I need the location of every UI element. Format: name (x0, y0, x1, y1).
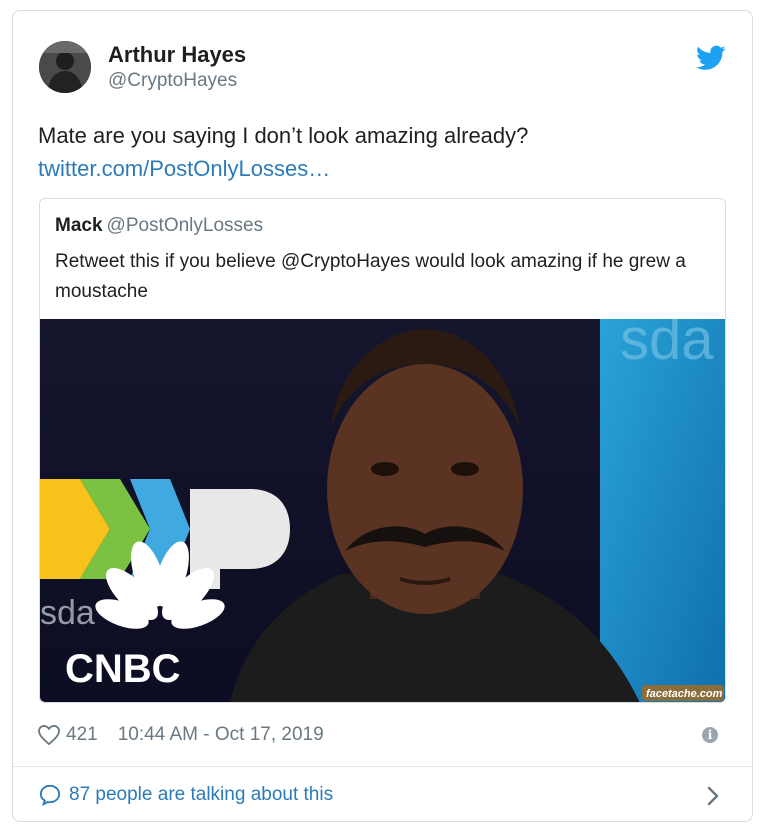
author-name[interactable]: Arthur Hayes (108, 42, 246, 68)
quoted-image[interactable]: sda sda CNBC facetache.com (40, 319, 725, 702)
timestamp[interactable]: 10:44 AM - Oct 17, 2019 (118, 724, 324, 746)
info-icon[interactable]: i (702, 727, 718, 743)
talking-text[interactable]: 87 people are talking about this (69, 784, 333, 806)
speech-bubble-icon (39, 784, 61, 806)
quoted-tweet[interactable]: Mack @PostOnlyLosses Retweet this if you … (39, 198, 726, 703)
tweet-link[interactable]: twitter.com/PostOnlyLosses… (38, 152, 718, 185)
cnbc-logo: CNBC (65, 647, 181, 691)
bg-letters-right: sda (620, 319, 714, 372)
tweet-card: Arthur Hayes @CryptoHayes Mate are you s… (12, 10, 753, 822)
twitter-bird-icon[interactable] (696, 45, 726, 71)
author-handle[interactable]: @CryptoHayes (108, 70, 237, 92)
tweet-meta: 421 10:44 AM - Oct 17, 2019 (38, 724, 324, 746)
like-count[interactable]: 421 (66, 724, 98, 746)
heart-icon[interactable] (38, 725, 60, 745)
quoted-text: Retweet this if you believe @CryptoHayes… (55, 251, 686, 302)
avatar[interactable] (39, 41, 91, 93)
quoted-name[interactable]: Mack (55, 215, 103, 236)
quoted-handle[interactable]: @PostOnlyLosses (107, 215, 264, 236)
talking-link[interactable]: 87 people are talking about this (39, 784, 333, 806)
tweet-body: Mate are you saying I don’t look amazing… (38, 123, 529, 148)
quoted-header: Mack @PostOnlyLosses (55, 215, 263, 237)
watermark: facetache.com (646, 688, 723, 700)
tweet-text: Mate are you saying I don’t look amazing… (38, 119, 718, 185)
divider (13, 766, 752, 767)
chevron-right-icon[interactable] (706, 786, 720, 806)
bg-letters-left: sda (40, 594, 95, 632)
